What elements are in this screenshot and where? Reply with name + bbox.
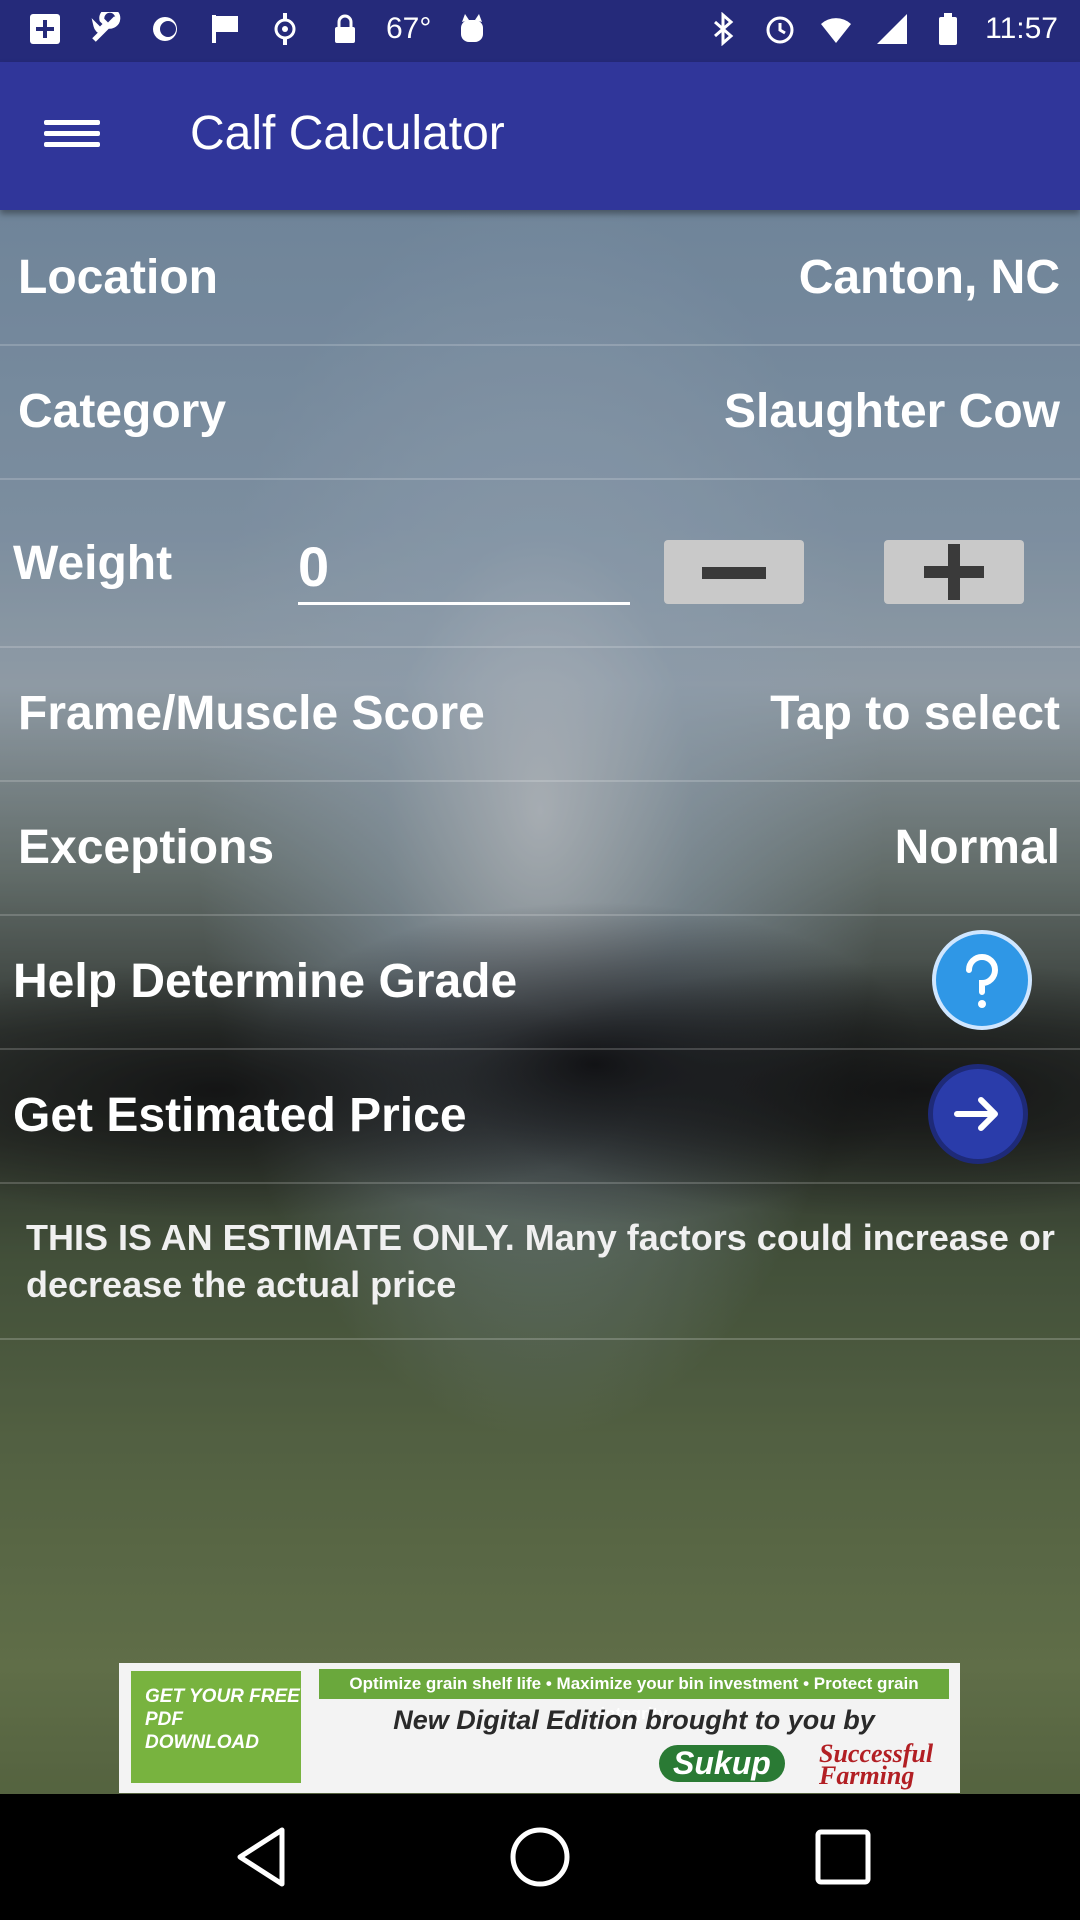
app-bar: Calf Calculator bbox=[0, 62, 1080, 210]
category-label: Category bbox=[18, 385, 227, 438]
location-value[interactable]: Canton, NC bbox=[799, 250, 1060, 305]
decrease-weight-button[interactable] bbox=[664, 540, 804, 604]
ad-headline: New Digital Edition brought to you by bbox=[393, 1705, 875, 1735]
frame-muscle-value[interactable]: Tap to select bbox=[770, 686, 1060, 741]
wifi-icon bbox=[817, 10, 855, 48]
estimated-price-row[interactable]: Get Estimated Price bbox=[0, 1048, 1080, 1184]
add-box-icon bbox=[26, 10, 64, 48]
location-row[interactable]: Location Canton, NC bbox=[0, 210, 1080, 346]
wrench-icon bbox=[86, 10, 124, 48]
clock-time: 11:57 bbox=[985, 12, 1058, 45]
exceptions-value[interactable]: Normal bbox=[895, 820, 1060, 875]
category-value[interactable]: Slaughter Cow bbox=[724, 384, 1060, 439]
status-left-icons: 67° bbox=[26, 10, 491, 48]
weight-input[interactable]: 0 bbox=[298, 534, 630, 605]
location-label: Location bbox=[18, 251, 218, 304]
estimated-price-label: Get Estimated Price bbox=[13, 1089, 467, 1142]
ad-brand-logo-successful-farming: Successful Farming bbox=[819, 1739, 934, 1790]
battery-icon bbox=[929, 10, 967, 48]
weight-value: 0 bbox=[298, 535, 330, 598]
ad-banner[interactable]: GET YOUR FREE PDF DOWNLOAD Optimize grai… bbox=[119, 1663, 960, 1793]
ad-download-label: GET YOUR FREE PDF DOWNLOAD bbox=[131, 1671, 301, 1783]
minus-icon bbox=[702, 567, 766, 579]
recent-apps-icon[interactable] bbox=[810, 1824, 876, 1890]
category-row[interactable]: Category Slaughter Cow bbox=[0, 344, 1080, 480]
brightness-icon bbox=[146, 10, 184, 48]
help-grade-label: Help Determine Grade bbox=[13, 955, 518, 1008]
status-right-icons: 11:57 bbox=[705, 10, 1058, 48]
frame-muscle-row[interactable]: Frame/Muscle Score Tap to select bbox=[0, 646, 1080, 782]
cat-icon bbox=[453, 10, 491, 48]
exceptions-label: Exceptions bbox=[18, 821, 275, 874]
weight-row: Weight 0 bbox=[0, 478, 1080, 648]
home-icon[interactable] bbox=[507, 1824, 573, 1890]
main-content: Location Canton, NC Category Slaughter C… bbox=[0, 210, 1080, 1794]
fake-gps-icon bbox=[266, 10, 304, 48]
weight-label: Weight bbox=[13, 537, 173, 590]
help-grade-row[interactable]: Help Determine Grade bbox=[0, 914, 1080, 1050]
temperature-text: 67° bbox=[386, 12, 432, 45]
ad-brand-logo-sukup: Sukup bbox=[659, 1745, 785, 1782]
bluetooth-icon bbox=[705, 10, 743, 48]
frame-muscle-label: Frame/Muscle Score bbox=[18, 687, 485, 740]
divider bbox=[0, 1338, 1080, 1340]
alarm-icon bbox=[761, 10, 799, 48]
system-nav-bar bbox=[0, 1794, 1080, 1920]
lock-icon bbox=[326, 10, 364, 48]
flag-icon bbox=[206, 10, 244, 48]
hamburger-menu-icon[interactable] bbox=[44, 114, 100, 158]
increase-weight-button[interactable] bbox=[884, 540, 1024, 604]
help-icon[interactable] bbox=[932, 930, 1032, 1030]
arrow-right-icon[interactable] bbox=[928, 1064, 1028, 1164]
status-bar: 67° 11:57 bbox=[0, 0, 1080, 62]
signal-icon bbox=[873, 10, 911, 48]
exceptions-row[interactable]: Exceptions Normal bbox=[0, 780, 1080, 916]
app-title: Calf Calculator bbox=[190, 107, 505, 160]
disclaimer-text: THIS IS AN ESTIMATE ONLY. Many factors c… bbox=[26, 1217, 1055, 1305]
ad-tagline: Optimize grain shelf life • Maximize you… bbox=[319, 1669, 949, 1723]
back-icon[interactable] bbox=[232, 1824, 298, 1890]
